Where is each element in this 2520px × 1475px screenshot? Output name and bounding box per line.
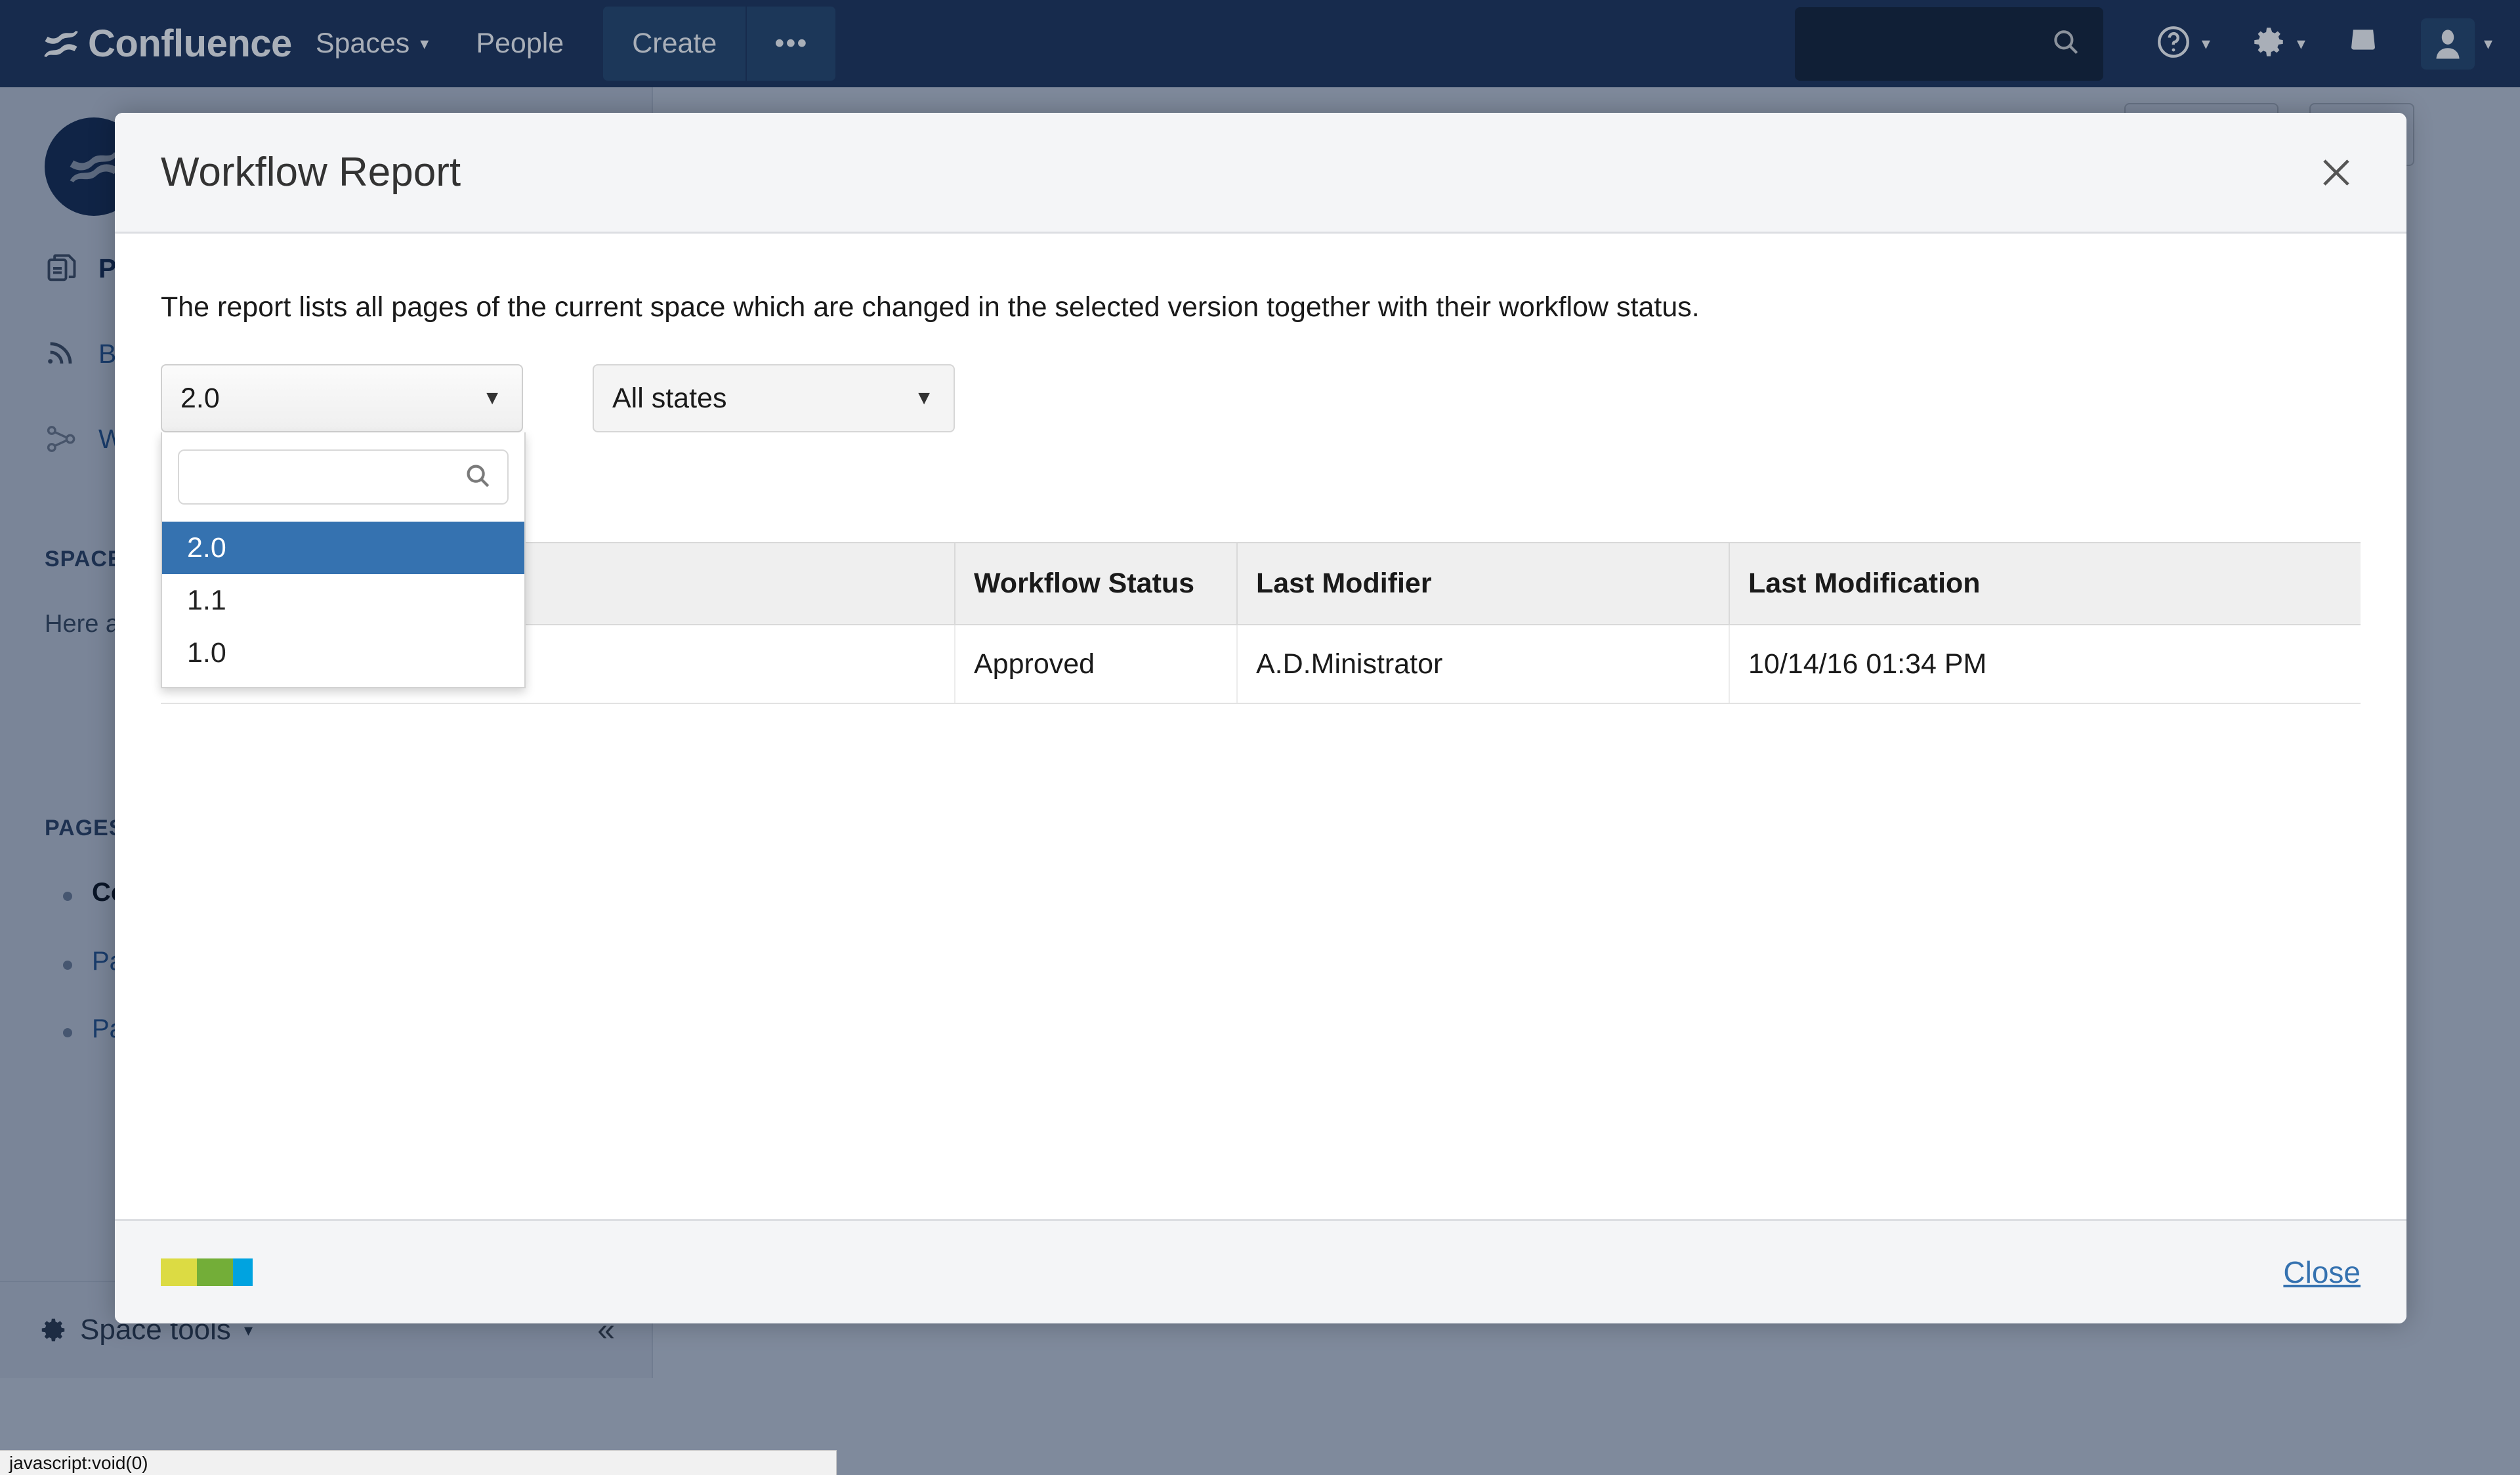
version-option-label: 2.0: [187, 532, 226, 564]
version-option-label: 1.1: [187, 585, 226, 617]
close-button[interactable]: Close: [2283, 1255, 2361, 1290]
version-option[interactable]: 2.0: [162, 522, 524, 574]
nav-right-group: ▾ ▾: [1795, 7, 2492, 81]
profile-menu[interactable]: ▾: [2421, 18, 2492, 70]
search-icon: [2049, 26, 2082, 62]
dialog-body: The report lists all pages of the curren…: [115, 234, 2406, 1218]
version-dropdown-panel: 2.0 1.1 1.0: [161, 432, 526, 688]
vendor-logo: [161, 1258, 253, 1286]
top-navigation-bar: Confluence Spaces ▾ People Create •••: [0, 0, 2520, 87]
confluence-brand[interactable]: Confluence: [41, 22, 292, 66]
confluence-logo-icon: [41, 24, 81, 64]
brand-label: Confluence: [88, 22, 292, 66]
dialog-title: Workflow Report: [161, 149, 461, 196]
create-more-label: •••: [774, 28, 808, 60]
help-icon: [2154, 23, 2193, 64]
user-avatar-icon: [2430, 26, 2466, 62]
notifications-button[interactable]: [2345, 24, 2382, 64]
version-select[interactable]: 2.0 ▼: [161, 364, 523, 432]
create-button-label: Create: [632, 28, 717, 60]
dialog-header: Workflow Report: [115, 113, 2406, 234]
state-select[interactable]: All states ▼: [593, 364, 955, 432]
help-menu[interactable]: ▾: [2154, 23, 2210, 64]
workflow-report-dialog: Workflow Report The report lists all pag…: [115, 113, 2406, 1323]
chevron-down-icon: ▾: [420, 33, 429, 54]
cell-last-modifier: A.D.Ministrator: [1237, 625, 1729, 703]
browser-status-bar: javascript:void(0): [0, 1450, 837, 1475]
version-search-input[interactable]: [178, 449, 509, 505]
column-header-workflow-status[interactable]: Workflow Status: [955, 543, 1237, 625]
nav-people-label: People: [476, 28, 564, 60]
cell-last-modification: 10/14/16 01:34 PM: [1729, 625, 2361, 703]
search-input[interactable]: [1795, 7, 2103, 81]
create-more-button[interactable]: •••: [746, 7, 835, 81]
status-bar-text: javascript:void(0): [9, 1453, 148, 1474]
version-option-list: 2.0 1.1 1.0: [162, 522, 524, 679]
cell-workflow-status: Approved: [955, 625, 1237, 703]
close-x-icon[interactable]: [2313, 150, 2359, 196]
settings-gear-icon: [2250, 23, 2288, 64]
nav-spaces[interactable]: Spaces ▾: [292, 0, 453, 87]
chevron-down-icon: ▼: [914, 387, 934, 409]
filter-row: 2.0 ▼ 2.0: [161, 364, 2361, 432]
chevron-down-icon: ▾: [2297, 33, 2305, 54]
state-select-value: All states: [612, 383, 726, 415]
create-button[interactable]: Create: [603, 7, 746, 81]
version-select-value: 2.0: [180, 383, 220, 415]
nav-people[interactable]: People: [452, 0, 587, 87]
avatar[interactable]: [2421, 18, 2475, 70]
dialog-description: The report lists all pages of the curren…: [161, 234, 2361, 323]
search-icon: [463, 461, 493, 494]
notifications-inbox-icon: [2345, 24, 2382, 64]
settings-menu[interactable]: ▾: [2250, 23, 2305, 64]
column-header-last-modifier[interactable]: Last Modifier: [1237, 543, 1729, 625]
version-option-label: 1.0: [187, 637, 226, 669]
version-option[interactable]: 1.1: [162, 574, 524, 627]
column-header-last-modification[interactable]: Last Modification: [1729, 543, 2361, 625]
chevron-down-icon: ▾: [2202, 33, 2210, 54]
chevron-down-icon: ▼: [482, 387, 502, 409]
dialog-footer: Close: [115, 1219, 2406, 1323]
chevron-down-icon: ▾: [2484, 33, 2492, 54]
version-option[interactable]: 1.0: [162, 627, 524, 679]
nav-spaces-label: Spaces: [316, 28, 410, 60]
